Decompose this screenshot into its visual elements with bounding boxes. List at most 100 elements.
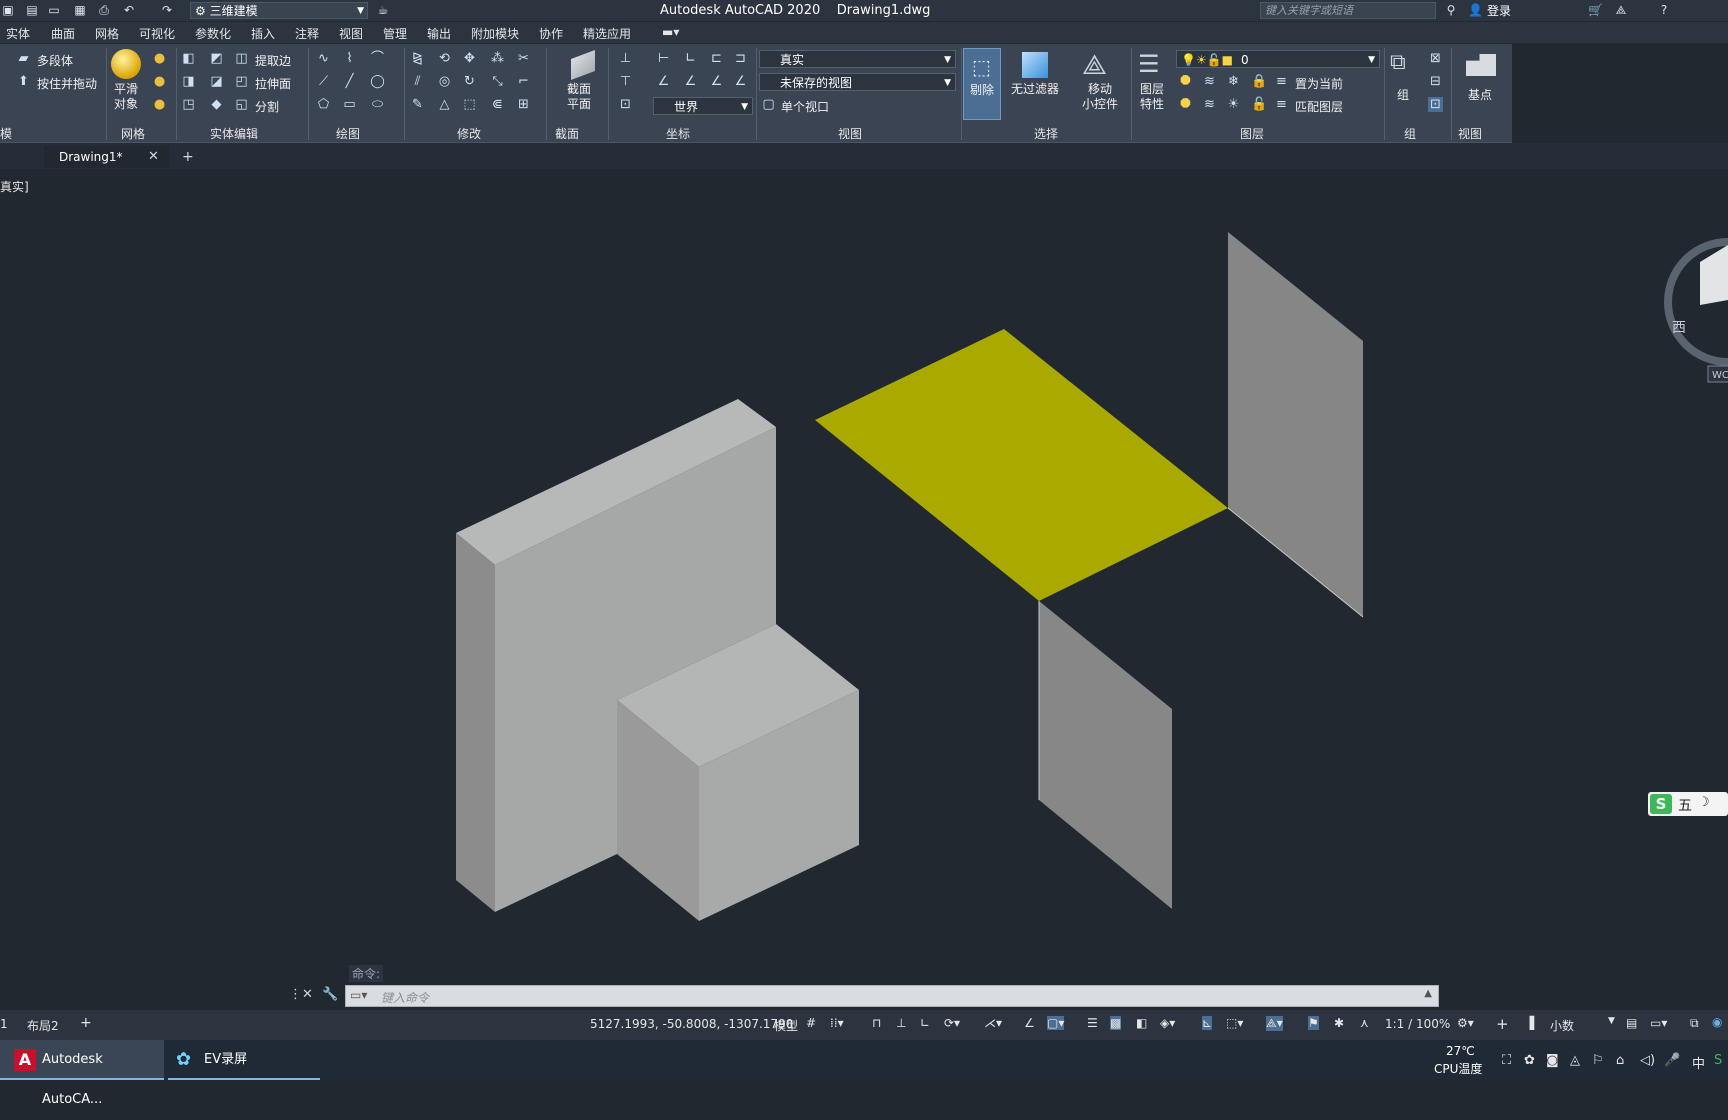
microphone-icon[interactable]: 🎤 <box>1664 1053 1680 1068</box>
tray-flag-icon[interactable]: ⚐ <box>1592 1053 1604 1068</box>
auto-scale-icon[interactable]: ✱ <box>1334 1016 1344 1030</box>
tab-collaborate[interactable]: 协作 <box>539 25 563 42</box>
panel-solid-editing-label[interactable]: 实体编辑 <box>210 125 258 142</box>
chevron-up-icon[interactable]: ▲ <box>1424 988 1432 999</box>
command-line[interactable]: ▭▾ 键入命令 ▲ <box>345 985 1439 1007</box>
open-icon[interactable]: ▭ <box>47 3 61 17</box>
tab-featured-apps[interactable]: 精选应用 <box>583 25 631 42</box>
3d-rotate-icon[interactable]: ⟲ <box>437 51 452 66</box>
cart-icon[interactable]: 🛒 <box>1588 3 1603 17</box>
undo-icon[interactable]: ↶ <box>122 3 136 17</box>
extrude-face-button[interactable]: 拉伸面 <box>255 75 291 92</box>
volume-icon[interactable]: ◁) <box>1640 1053 1655 1068</box>
visual-style-select[interactable]: 真实 ▼ <box>759 50 956 68</box>
help-icon[interactable]: ? <box>1657 3 1671 17</box>
tab-output[interactable]: 输出 <box>427 25 451 42</box>
erase-icon[interactable]: ✎ <box>410 97 425 112</box>
layer-lock-icon[interactable]: 🔒 <box>1251 74 1267 89</box>
rectangle-icon[interactable]: ▭ <box>342 97 357 112</box>
add-layout-icon[interactable]: + <box>80 1015 92 1031</box>
line-icon[interactable]: ╱ <box>342 74 357 89</box>
align-icon[interactable]: ⫽ <box>410 74 425 89</box>
circle-icon[interactable]: ◯ <box>370 74 385 89</box>
base-point-button[interactable]: 基点 <box>1460 88 1500 103</box>
camera-icon[interactable]: ▬▾ <box>662 25 679 39</box>
rect-array-icon[interactable]: ⊞ <box>516 97 531 112</box>
model-space-toggle[interactable]: 模型 <box>774 1017 798 1034</box>
tall-block-left-face[interactable] <box>456 533 495 912</box>
match-layer-button[interactable]: 匹配图层 <box>1295 98 1343 115</box>
workspace-gear-icon[interactable]: ⚙▾ <box>1457 1016 1474 1030</box>
gizmo-icon[interactable]: ⟁▾ <box>1266 1016 1283 1031</box>
right-plane[interactable] <box>1228 232 1363 617</box>
scale-icon[interactable]: ⤡ <box>490 74 505 89</box>
drawing-viewport[interactable]: 真实] 西 WC S 五 ☽ <box>0 170 1728 1007</box>
dynamic-ucs-icon[interactable]: ⊾ <box>1202 1016 1213 1030</box>
ucs-icon-toggle[interactable]: ⊡ <box>618 97 633 112</box>
union-icon[interactable]: ◧ <box>181 51 196 66</box>
ime-mode[interactable]: 五 <box>1678 795 1692 815</box>
tray-drive-icon[interactable]: ◬ <box>1570 1053 1580 1068</box>
panel-layers-label[interactable]: 图层 <box>1240 125 1264 142</box>
ucs-icon[interactable]: ⊥ <box>618 51 633 66</box>
bottom-plane[interactable] <box>1039 601 1172 909</box>
tab-drawing1[interactable]: Drawing1* ✕ <box>44 146 169 168</box>
login-button[interactable]: 登录 <box>1487 2 1511 19</box>
wifi-icon[interactable]: ⌂ <box>1616 1053 1624 1068</box>
command-prompt-icon[interactable]: ▭▾ <box>350 988 367 1002</box>
lineweight-icon[interactable]: ☰ <box>1087 1016 1098 1030</box>
tray-chat-icon[interactable]: ◙ <box>1546 1053 1559 1068</box>
ime-tray-icon[interactable]: S <box>1714 1053 1722 1068</box>
tray-app-icon[interactable]: ✿ <box>1524 1053 1535 1068</box>
tab-manage[interactable]: 管理 <box>383 25 407 42</box>
binoculars-icon[interactable]: ⚲ <box>1444 3 1458 17</box>
mirror-icon[interactable]: ⧎ <box>410 51 425 66</box>
layer-properties-button[interactable]: 图层 特性 <box>1134 82 1170 112</box>
group-edit-icon[interactable]: ⊟ <box>1428 74 1443 89</box>
panel-coordinates-label[interactable]: 坐标 <box>666 125 690 142</box>
layer-isolate-icon[interactable]: ≋ <box>1202 74 1217 89</box>
close-icon[interactable]: ✕ <box>148 149 159 164</box>
polygon-icon[interactable]: ⬠ <box>316 97 331 112</box>
polar-icon[interactable]: ⟳▾ <box>944 1016 960 1030</box>
presspull-button[interactable]: 按住并拖动 <box>37 75 97 92</box>
intersect-icon[interactable]: ◨ <box>181 74 196 89</box>
ucs-z-icon[interactable]: ⊏ <box>709 51 724 66</box>
annotation-scale-select[interactable]: 1:1 / 100% <box>1385 1017 1450 1031</box>
snap-icon[interactable]: ⁞⁞▾ <box>830 1016 844 1030</box>
network-tray-icon[interactable]: ⛶ <box>1502 1053 1511 1068</box>
arc-icon[interactable]: ⌒ <box>370 51 385 66</box>
layer-select[interactable]: 💡☀🔓■ 0 ▼ <box>1176 50 1380 68</box>
selection-cycling-icon[interactable]: ◧ <box>1136 1016 1147 1030</box>
osnap-tracking-icon[interactable]: ∠ <box>1024 1016 1035 1030</box>
named-view-select[interactable]: 未保存的视图 ▼ <box>759 73 956 91</box>
3d-align-icon[interactable]: △ <box>437 97 452 112</box>
smooth-object-button[interactable]: 平滑 对象 <box>108 82 144 112</box>
slice-icon[interactable]: ◆ <box>209 97 224 112</box>
mesh-crease-icon[interactable]: ● <box>152 97 167 112</box>
rotate-icon[interactable]: ↻ <box>462 74 477 89</box>
ucs-origin-icon[interactable]: ∟ <box>683 51 698 66</box>
wrench-icon[interactable]: 🔧 <box>322 987 338 1002</box>
move-gizmo-button[interactable]: 移动 小控件 <box>1075 82 1125 112</box>
ucs-y-icon[interactable]: ∠ <box>683 74 698 89</box>
units-select[interactable]: 小数 <box>1550 1017 1574 1034</box>
teapot-icon[interactable]: ☕ <box>376 3 390 17</box>
annotation-visibility-icon[interactable]: ⚑ <box>1308 1016 1319 1030</box>
tab-visualize[interactable]: 可视化 <box>139 25 175 42</box>
panel-modeling-label[interactable]: 模 <box>0 125 12 142</box>
user-icon[interactable]: 👤 <box>1468 3 1483 17</box>
tab-addins[interactable]: 附加模块 <box>471 25 519 42</box>
panel-draw-label[interactable]: 绘图 <box>336 125 360 142</box>
osnap-icon[interactable]: ▢▾ <box>1047 1016 1065 1030</box>
model-canvas[interactable]: 西 WC <box>0 170 1728 1007</box>
layer-freeze-icon[interactable]: ❄ <box>1226 74 1241 89</box>
panel-view2-label[interactable]: 视图 <box>1458 125 1482 142</box>
ucs-named-icon[interactable]: ⊢ <box>656 51 671 66</box>
group-button[interactable]: 组 <box>1388 88 1418 103</box>
ucs-x-icon[interactable]: ∠ <box>656 74 671 89</box>
annotation-monitor-icon[interactable]: + <box>1496 1015 1509 1033</box>
search-input[interactable]: 键入关键字或短语 <box>1260 2 1436 19</box>
taskbar-ev-recorder[interactable]: ✿ EV录屏 <box>168 1040 320 1080</box>
mesh-refine-icon[interactable]: ● <box>152 74 167 89</box>
